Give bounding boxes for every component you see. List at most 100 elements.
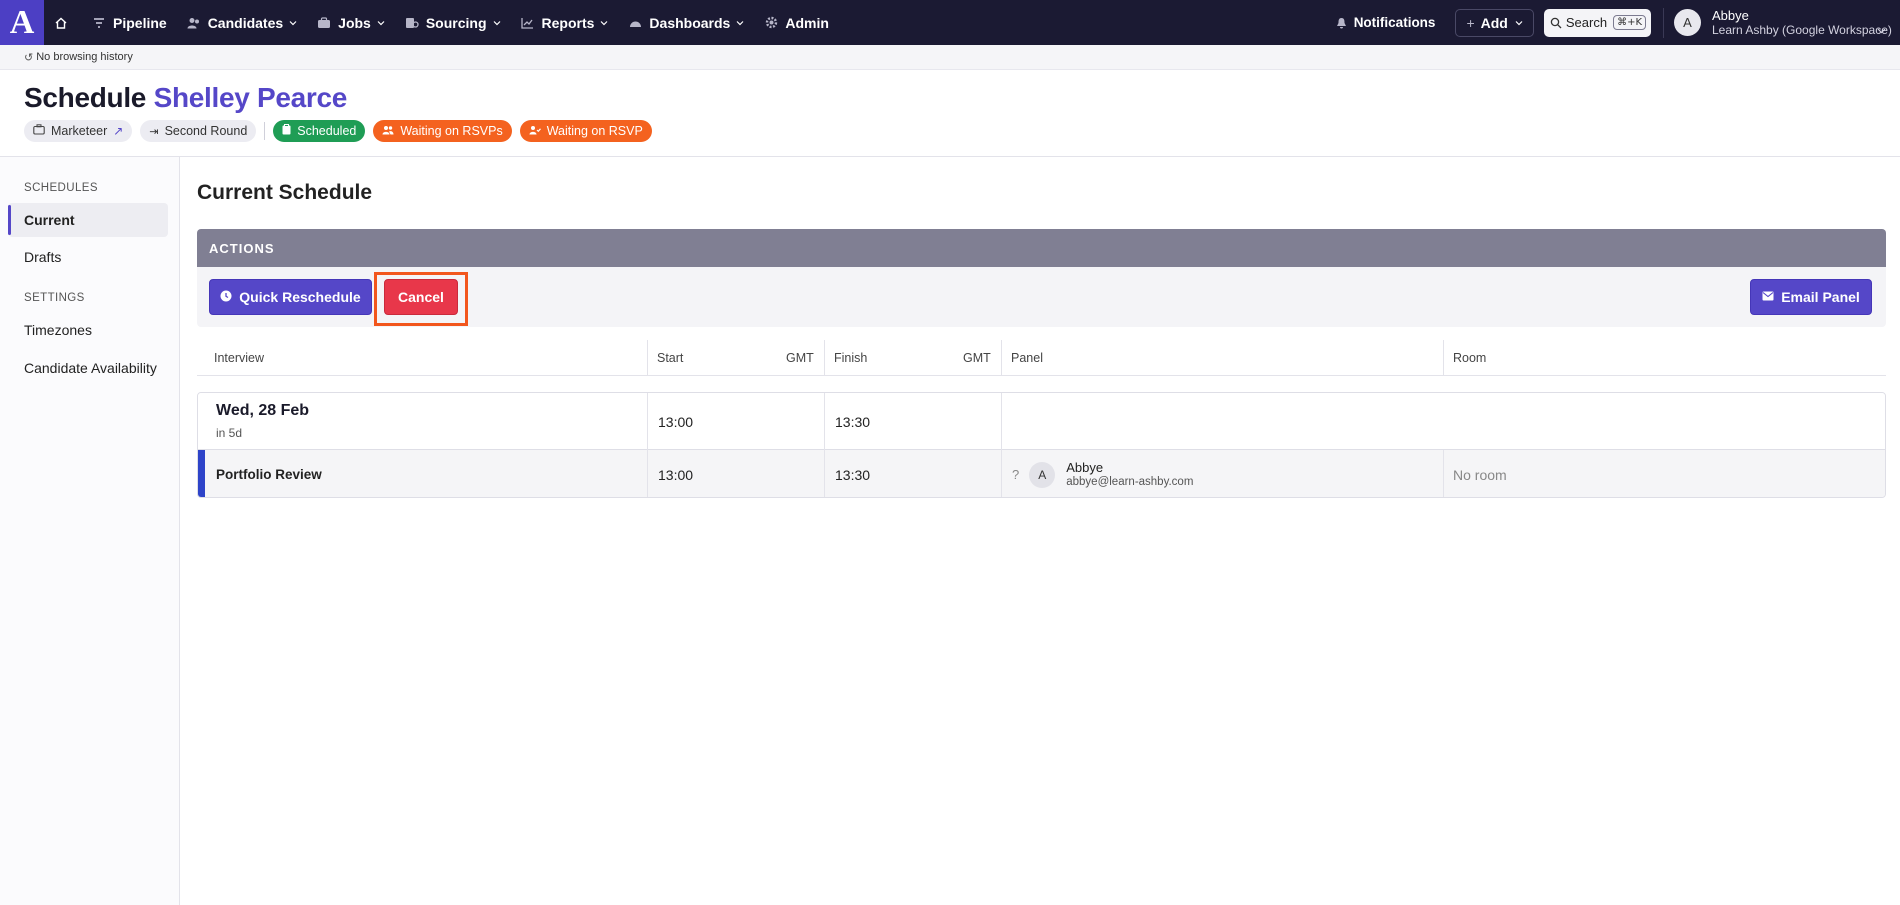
status-badge-waiting-rsvps: Waiting on RSVPs xyxy=(373,120,512,142)
nav-sourcing-label: Sourcing xyxy=(425,14,487,31)
user-org: Learn Ashby (Google Workspace) xyxy=(1712,23,1892,37)
quick-reschedule-label: Quick Reschedule xyxy=(239,289,361,305)
column-header-finish-tz: GMT xyxy=(963,351,991,365)
nav-admin[interactable]: Admin xyxy=(754,0,839,45)
sidebar-item-current[interactable]: Current xyxy=(8,203,168,237)
panel-member-name: Abbye xyxy=(1066,459,1104,475)
nav-jobs[interactable]: Jobs xyxy=(307,0,395,45)
interview-accent-bar xyxy=(198,450,205,497)
stage-chip-label: Second Round xyxy=(164,124,248,138)
sidebar-item-candidate-availability[interactable]: Candidate Availability xyxy=(8,351,168,385)
column-divider xyxy=(1443,340,1444,376)
avatar: A xyxy=(1674,9,1701,36)
schedule-table-header: Interview Start GMT Finish GMT Panel Roo… xyxy=(197,340,1886,376)
column-header-room: Room xyxy=(1453,351,1487,365)
sidebar-item-timezones[interactable]: Timezones xyxy=(8,313,168,347)
nav-jobs-label: Jobs xyxy=(338,14,371,31)
chevron-down-icon xyxy=(1515,20,1523,25)
rsvp-unknown-icon: ? xyxy=(1012,467,1020,482)
filter-icon xyxy=(92,16,106,30)
nav-pipeline-label: Pipeline xyxy=(113,14,167,31)
column-divider xyxy=(1443,450,1444,497)
ashby-logo[interactable]: A xyxy=(0,0,44,45)
status-chips: Marketeer ↗ ⇥ Second Round Scheduled Wai… xyxy=(24,120,660,142)
cancel-button[interactable]: Cancel xyxy=(384,279,458,315)
sourcing-icon xyxy=(405,16,419,30)
day-relative: in 5d xyxy=(216,426,243,440)
column-divider xyxy=(1001,393,1002,450)
plus-icon: + xyxy=(1466,14,1475,31)
column-header-finish: Finish xyxy=(834,351,868,365)
nav-candidates-label: Candidates xyxy=(207,14,284,31)
gear-icon xyxy=(764,16,778,30)
nav-dashboards-label: Dashboards xyxy=(649,14,731,31)
status-badge-scheduled-label: Scheduled xyxy=(297,124,357,138)
external-link-icon: ↗ xyxy=(113,124,124,138)
nav-sourcing[interactable]: Sourcing xyxy=(395,0,511,45)
quick-reschedule-button[interactable]: Quick Reschedule xyxy=(209,279,372,315)
user-menu[interactable]: A Abbye Learn Ashby (Google Workspace) xyxy=(1664,8,1900,37)
email-panel-label: Email Panel xyxy=(1781,289,1860,305)
nav-pipeline[interactable]: Pipeline xyxy=(82,0,177,45)
search-button[interactable]: Search ⌘+K xyxy=(1543,8,1651,37)
chevron-down-icon xyxy=(600,20,608,25)
bell-icon xyxy=(1335,16,1349,30)
candidate-name-link[interactable]: Shelley Pearce xyxy=(154,82,348,113)
home-button[interactable] xyxy=(44,0,82,45)
user-name: Abbye xyxy=(1712,8,1749,23)
panel-member-email: abbye@learn-ashby.com xyxy=(1066,475,1194,488)
column-header-interview: Interview xyxy=(214,351,265,365)
notifications-button[interactable]: Notifications xyxy=(1325,0,1446,45)
envelope-icon xyxy=(1762,290,1774,304)
nav-reports[interactable]: Reports xyxy=(511,0,619,45)
day-finish-time: 13:30 xyxy=(835,413,871,430)
title-prefix: Schedule xyxy=(24,82,147,113)
interview-finish-time: 13:30 xyxy=(835,466,871,483)
actions-heading: ACTIONS xyxy=(197,229,1886,267)
column-divider xyxy=(1001,340,1002,376)
sidebar-heading-settings: SETTINGS xyxy=(24,292,85,304)
column-divider xyxy=(1001,450,1002,497)
search-shortcut: ⌘+K xyxy=(1613,15,1646,30)
divider xyxy=(264,122,266,140)
top-navbar: A Pipeline Candidates Jobs Sourcing Repo… xyxy=(0,0,1900,45)
history-icon: ↺ xyxy=(24,51,34,64)
search-label: Search xyxy=(1565,15,1608,30)
interview-start-time: 13:00 xyxy=(658,466,694,483)
gauge-icon xyxy=(628,16,642,30)
briefcase-icon xyxy=(317,16,331,30)
people-icon xyxy=(382,125,394,138)
email-panel-button[interactable]: Email Panel xyxy=(1750,279,1872,315)
job-chip-label: Marketeer xyxy=(51,124,108,138)
chevron-down-icon xyxy=(736,20,744,25)
status-badge-waiting-rsvps-label: Waiting on RSVPs xyxy=(400,124,503,138)
column-header-start-tz: GMT xyxy=(786,351,814,365)
briefcase-icon xyxy=(33,124,45,138)
browsing-history-bar: ↺ No browsing history xyxy=(0,45,1900,70)
nav-candidates[interactable]: Candidates xyxy=(177,0,307,45)
status-badge-waiting-rsvp-label: Waiting on RSVP xyxy=(546,124,643,138)
column-header-start: Start xyxy=(657,351,684,365)
chevron-down-icon xyxy=(289,20,297,25)
actions-panel: Quick Reschedule Cancel Email Panel xyxy=(197,267,1886,327)
chevron-down-icon xyxy=(1877,28,1886,34)
status-badge-waiting-rsvp: Waiting on RSVP xyxy=(519,120,652,142)
panel-member[interactable]: ? A Abbye abbye@learn-ashby.com xyxy=(1012,450,1194,497)
add-button[interactable]: + Add xyxy=(1455,8,1534,37)
clock-icon xyxy=(220,290,232,305)
search-icon xyxy=(1550,17,1562,28)
stage-arrow-icon: ⇥ xyxy=(149,125,159,138)
sidebar-item-drafts[interactable]: Drafts xyxy=(8,240,168,274)
sidebar: SCHEDULES Current Drafts SETTINGS Timezo… xyxy=(0,157,180,905)
sidebar-heading-schedules: SCHEDULES xyxy=(24,182,98,194)
interview-row[interactable]: Portfolio Review 13:00 13:30 ? A Abbye a… xyxy=(198,450,1885,497)
avatar: A xyxy=(1029,461,1056,488)
nav-dashboards[interactable]: Dashboards xyxy=(618,0,754,45)
column-divider xyxy=(647,340,648,376)
job-chip[interactable]: Marketeer ↗ xyxy=(24,120,133,142)
stage-chip: ⇥ Second Round xyxy=(140,120,257,142)
nav-admin-label: Admin xyxy=(785,14,829,31)
section-title: Current Schedule xyxy=(197,181,373,204)
notifications-label: Notifications xyxy=(1353,15,1436,30)
interview-name: Portfolio Review xyxy=(216,467,322,482)
